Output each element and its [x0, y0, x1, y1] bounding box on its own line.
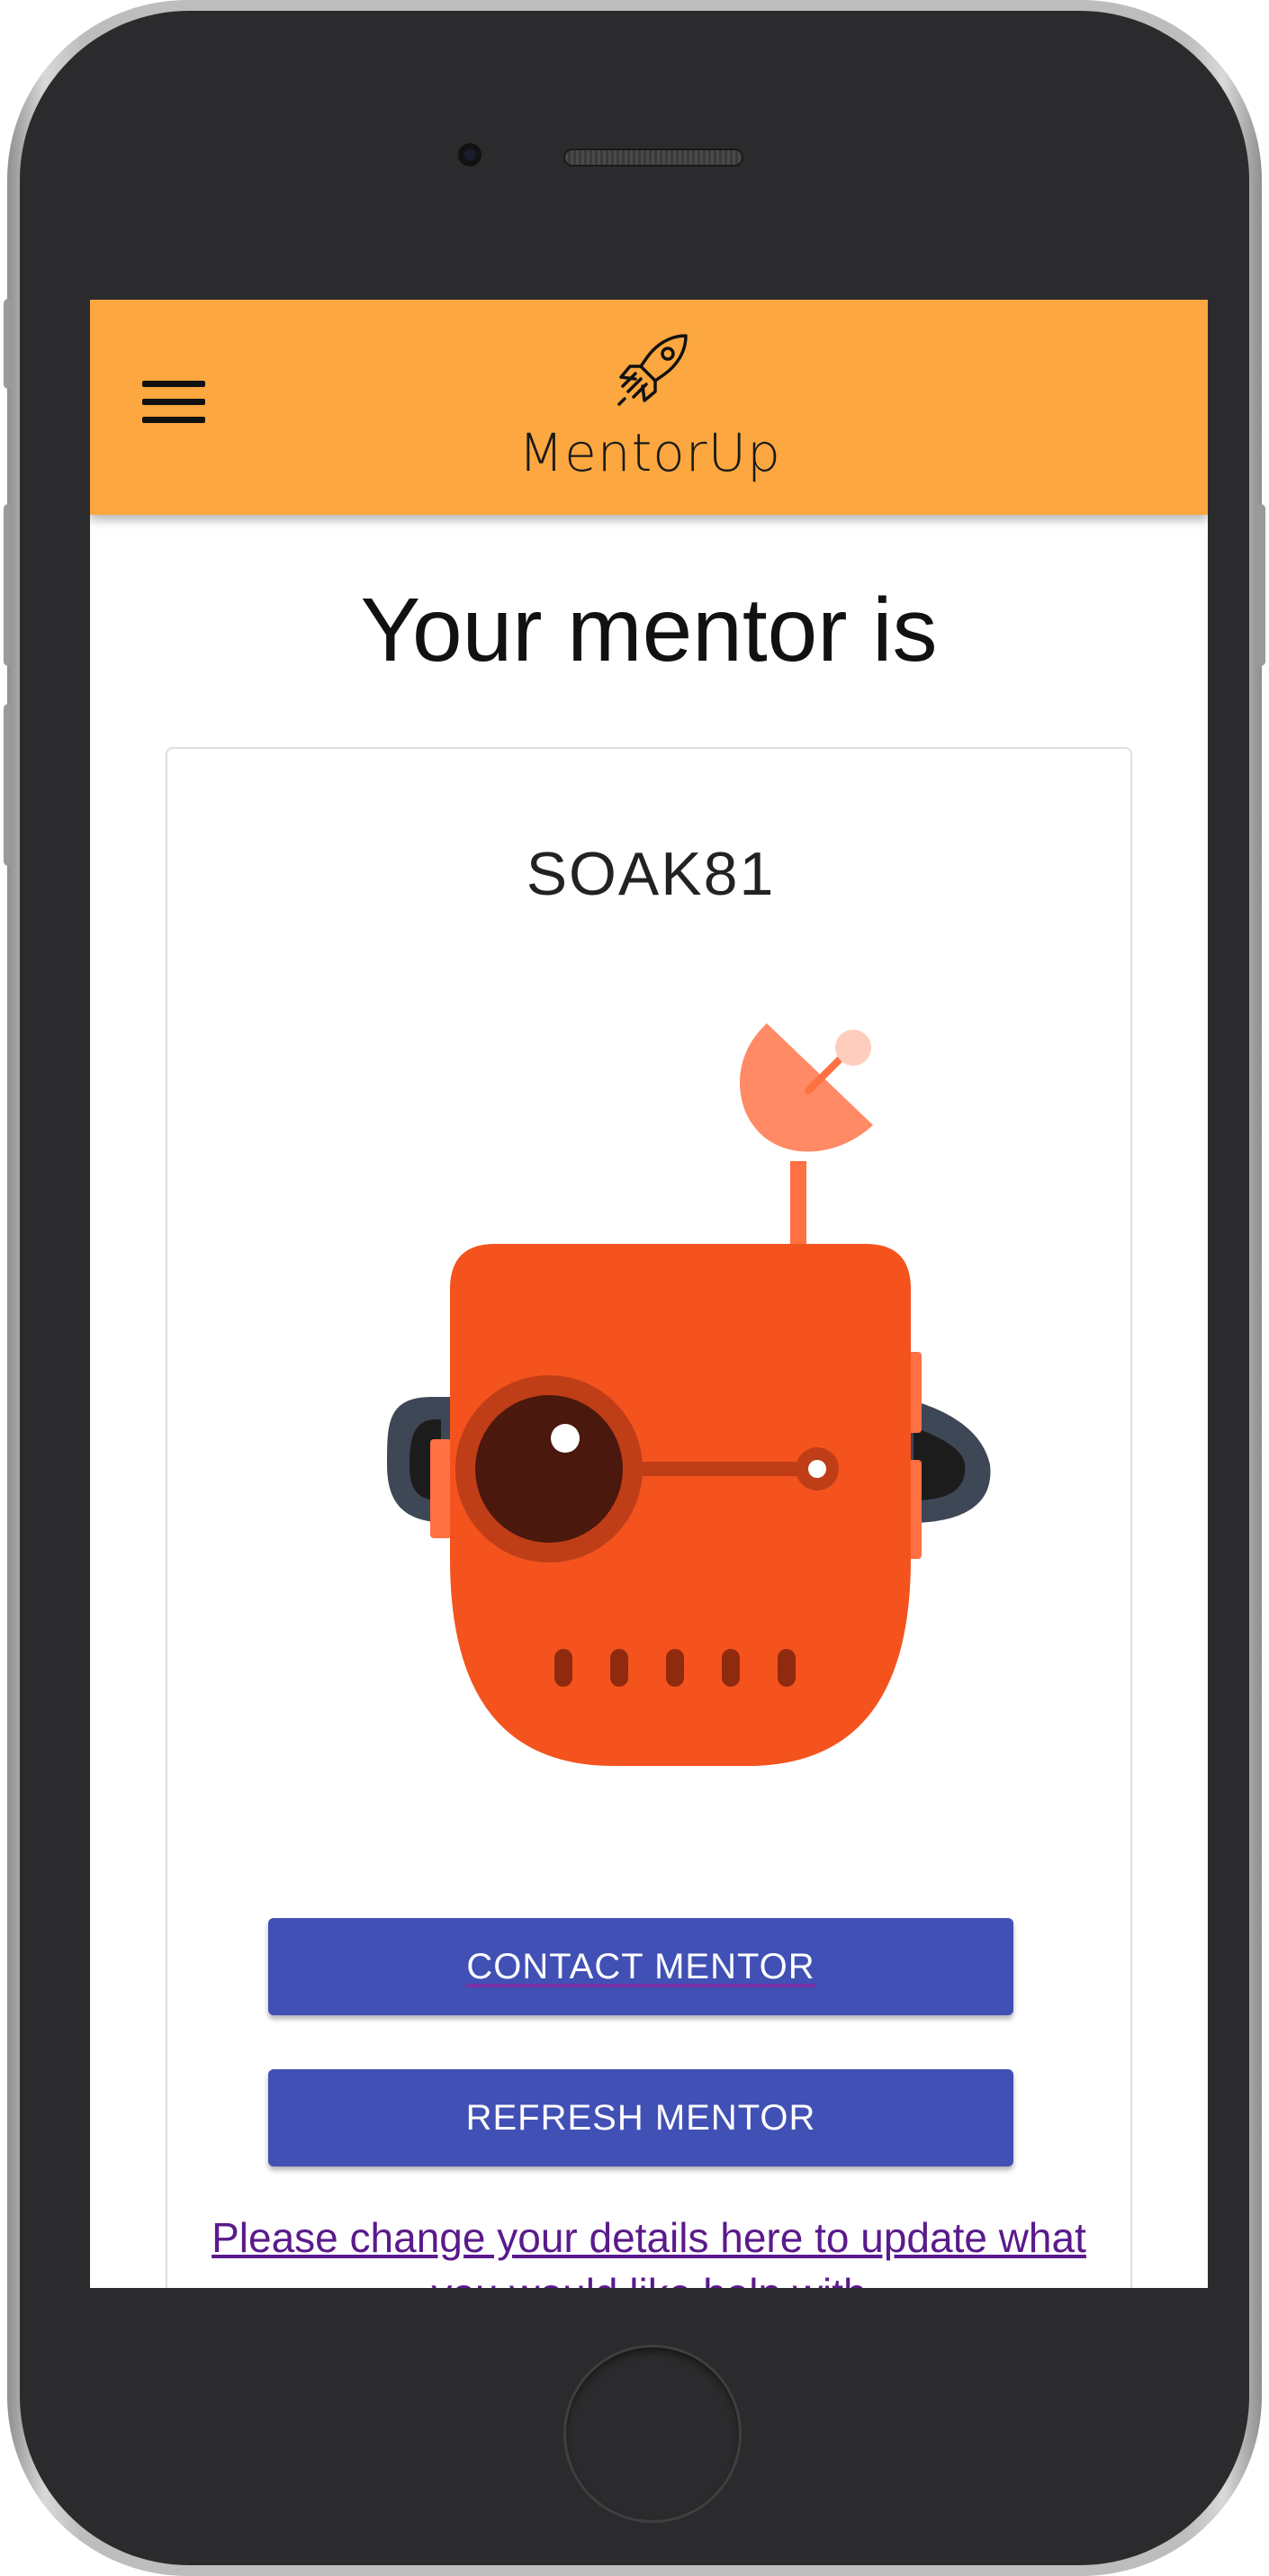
rocket-icon	[617, 334, 688, 406]
power-button	[1256, 504, 1265, 666]
hamburger-menu-icon[interactable]	[142, 381, 207, 428]
volume-down-button	[4, 704, 13, 866]
brand-name: MentorUp	[518, 422, 781, 483]
update-details-link[interactable]: Please change your details here to updat…	[180, 2210, 1118, 2288]
contact-mentor-button[interactable]: CONTACT MENTOR	[268, 1918, 1013, 2015]
phone-frame: MentorUp Your mentor is SOAK81 CONTACT M…	[4, 0, 1265, 2576]
mentor-avatar-robot	[387, 1023, 991, 1766]
earpiece-speaker	[563, 149, 743, 167]
app-bar: MentorUp	[90, 300, 1208, 515]
front-camera	[458, 143, 482, 167]
home-button[interactable]	[563, 2345, 742, 2523]
app-screen: MentorUp Your mentor is SOAK81 CONTACT M…	[90, 300, 1208, 2288]
mentor-card: SOAK81	[166, 747, 1132, 2288]
mentor-name: SOAK81	[526, 840, 776, 908]
volume-up-button	[4, 504, 13, 666]
phone-bezel: MentorUp Your mentor is SOAK81 CONTACT M…	[20, 11, 1249, 2565]
brand-logo[interactable]: MentorUp	[513, 327, 783, 507]
refresh-mentor-button[interactable]: REFRESH MENTOR	[268, 2069, 1013, 2166]
contact-mentor-label: CONTACT MENTOR	[466, 1947, 815, 1986]
silent-switch	[4, 299, 13, 389]
page-title: Your mentor is	[360, 580, 938, 680]
